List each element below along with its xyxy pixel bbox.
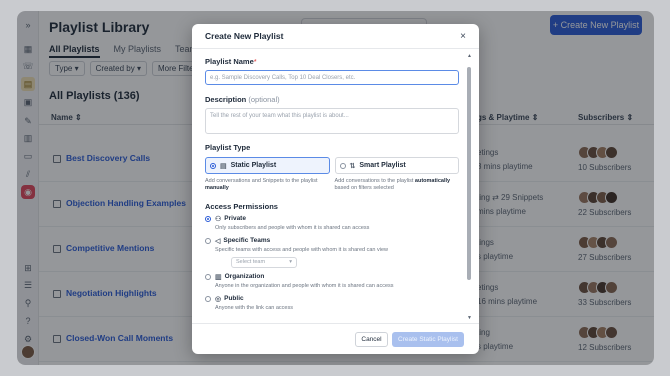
select-team-placeholder: Select team: [236, 259, 266, 266]
playlist-type-label: Playlist Type: [205, 143, 251, 152]
smart-playlist-box[interactable]: ⇅ Smart Playlist: [334, 157, 459, 174]
teams-radio[interactable]: [205, 237, 211, 244]
smart-radio[interactable]: [339, 162, 346, 169]
globe-icon: ◎: [215, 295, 222, 303]
organization-icon: ▥: [215, 273, 222, 281]
description-label: Description (optional): [205, 95, 459, 104]
playlist-name-input[interactable]: e.g. Sample Discovery Calls, Top 10 Deal…: [205, 70, 459, 85]
static-playlist-option[interactable]: ▤ Static Playlist Add conversations and …: [205, 157, 330, 193]
dialog-header: Create New Playlist ×: [192, 24, 479, 49]
smart-playlist-icon: ⇅: [349, 162, 356, 170]
create-playlist-dialog: Create New Playlist × Playlist Name* e.g…: [192, 24, 479, 354]
access-desc: Anyone in the organization and people wi…: [215, 282, 394, 289]
optional-marker: (optional): [248, 95, 280, 104]
access-public-option[interactable]: ◎ Public Anyone with the link can access: [205, 295, 459, 311]
desc-text: Add conversations to the playlist: [334, 178, 414, 184]
label-text: Playlist Name: [205, 57, 254, 66]
label-text: Description: [205, 95, 247, 104]
static-playlist-box[interactable]: ▤ Static Playlist: [205, 157, 330, 174]
smart-playlist-label: Smart Playlist: [359, 162, 406, 169]
chevron-down-icon: ▾: [289, 259, 292, 266]
desc-bold: automatically: [414, 178, 451, 184]
static-playlist-desc: Add conversations and Snippets to the pl…: [205, 178, 330, 193]
organization-radio[interactable]: [205, 273, 211, 280]
access-title: Organization: [224, 273, 265, 281]
create-static-playlist-button[interactable]: Create Static Playlist: [392, 332, 464, 347]
access-desc: Specific teams with access and people wi…: [215, 246, 389, 253]
smart-playlist-desc: Add conversations to the playlist automa…: [335, 178, 460, 193]
required-marker: *: [253, 57, 257, 66]
desc-tail: based on filters selected: [334, 185, 394, 192]
scroll-down-icon[interactable]: ▼: [467, 315, 472, 321]
access-desc: Only subscribers and people with whom it…: [215, 224, 370, 231]
scrollbar-thumb[interactable]: [467, 67, 471, 280]
playlist-type-options: ▤ Static Playlist Add conversations and …: [205, 157, 459, 193]
smart-playlist-option[interactable]: ⇅ Smart Playlist Add conversations to th…: [334, 157, 460, 193]
dialog-title: Create New Playlist: [205, 31, 284, 41]
private-icon: ⚇: [215, 215, 222, 223]
cancel-button[interactable]: Cancel: [355, 332, 388, 347]
dialog-footer: Cancel Create Static Playlist: [192, 323, 479, 354]
dialog-body: Playlist Name* e.g. Sample Discovery Cal…: [192, 50, 472, 319]
desc-text: Add conversations and Snippets to the pl…: [205, 178, 318, 184]
access-title: Specific Teams: [223, 237, 271, 245]
playlist-name-label: Playlist Name*: [205, 57, 459, 66]
access-private-option[interactable]: ⚇ Private Only subscribers and people wit…: [205, 215, 459, 231]
teams-icon: ◁: [215, 237, 221, 245]
access-organization-option[interactable]: ▥ Organization Anyone in the organization…: [205, 273, 459, 289]
access-title: Public: [224, 295, 244, 303]
static-radio[interactable]: [210, 162, 216, 169]
app-window: » ▦ ☏ ▤ ▣ ✎ ▥ ▭ ⫽ ◉ ⊞ ☰ ⚲ ? ⚙ Playlist L…: [17, 11, 654, 365]
public-radio[interactable]: [205, 295, 211, 302]
close-icon[interactable]: ×: [460, 31, 466, 42]
private-radio[interactable]: [205, 215, 211, 222]
access-desc: Anyone with the link can access: [215, 304, 293, 311]
access-permissions-label: Access Permissions: [205, 201, 278, 211]
access-title: Private: [224, 215, 246, 223]
static-playlist-icon: ▤: [220, 162, 227, 170]
desc-bold: manually: [205, 185, 229, 192]
static-playlist-label: Static Playlist: [230, 162, 277, 169]
select-team-dropdown[interactable]: Select team ▾: [231, 256, 297, 268]
description-textarea[interactable]: Tell the rest of your team what this pla…: [205, 108, 459, 134]
dialog-scrollbar[interactable]: [467, 59, 471, 322]
access-teams-option[interactable]: ◁ Specific Teams Specific teams with acce…: [205, 237, 459, 253]
